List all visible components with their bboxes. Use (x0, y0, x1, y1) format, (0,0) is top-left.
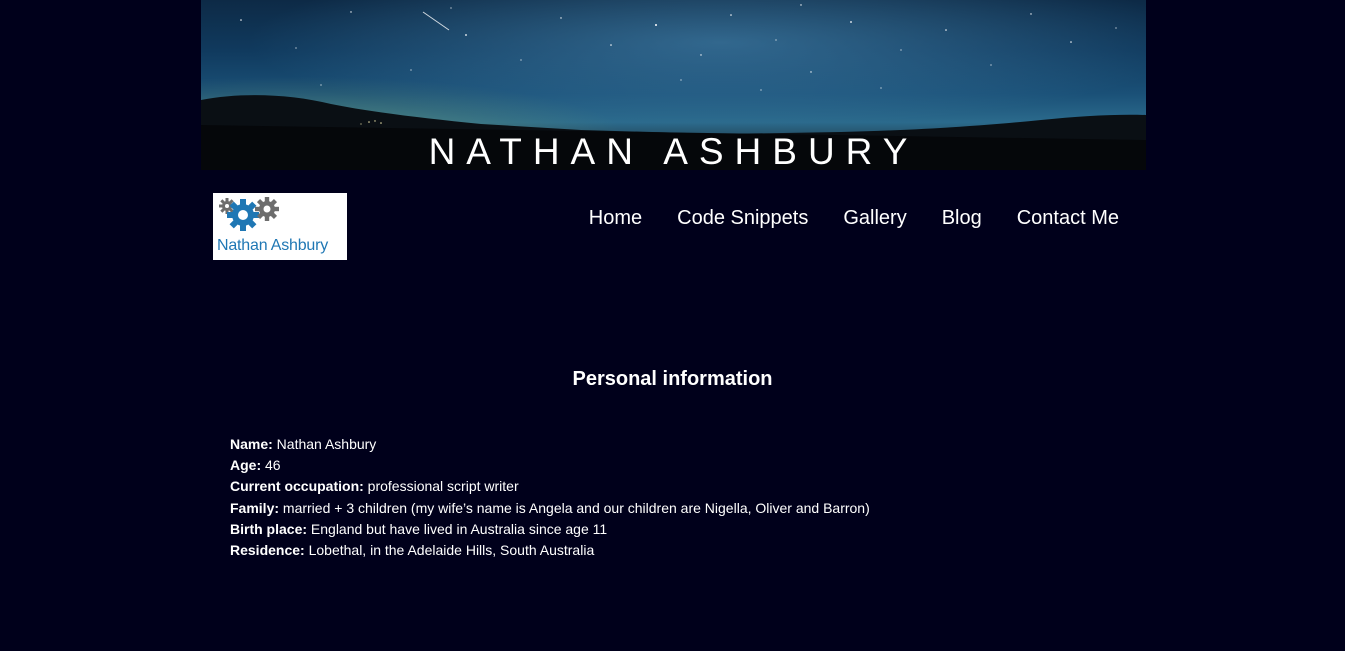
info-value: married + 3 children (my wife’s name is … (279, 499, 870, 516)
info-value: 46 (261, 457, 281, 474)
info-value: Lobethal, in the Adelaide Hills, South A… (304, 542, 595, 559)
info-row-age: Age: 46 (230, 455, 870, 476)
site-title: NATHAN ASHBURY (428, 131, 919, 170)
info-label: Age: (230, 457, 262, 474)
main-nav: Home Code Snippets Gallery Blog Contact … (589, 205, 1119, 231)
info-row-occupation: Current occupation: professional script … (230, 476, 870, 497)
info-value: professional script writer (363, 478, 519, 495)
personal-info-list: Name: Nathan Ashbury Age: 46 Current occ… (230, 434, 870, 561)
info-label: Name: (230, 436, 273, 452)
info-label: Family: (230, 499, 280, 516)
nav-item-home[interactable]: Home (589, 205, 642, 231)
info-value: England but have lived in Australia sinc… (307, 520, 608, 537)
logo-text: Nathan Ashbury (217, 237, 329, 254)
page-title: Personal information (572, 368, 773, 390)
page: NATHAN ASHBURY Nathan Ashbury Home Code … (0, 0, 1345, 651)
nav-item-gallery[interactable]: Gallery (843, 205, 906, 231)
nav-item-blog[interactable]: Blog (942, 205, 982, 231)
info-row-family: Family: married + 3 children (my wife’s … (230, 498, 870, 519)
info-row-residence: Residence: Lobethal, in the Adelaide Hil… (230, 540, 870, 561)
info-row-name: Name: Nathan Ashbury (230, 434, 870, 455)
info-label: Residence: (230, 542, 305, 559)
info-label: Birth place: (230, 520, 308, 537)
nav-item-contact-me[interactable]: Contact Me (1017, 205, 1119, 231)
header-banner: NATHAN ASHBURY (201, 0, 1146, 170)
info-label: Current occupation: (230, 478, 364, 495)
info-value: Nathan Ashbury (272, 436, 377, 452)
info-row-birth-place: Birth place: England but have lived in A… (230, 519, 870, 540)
nav-item-code-snippets[interactable]: Code Snippets (677, 205, 808, 231)
site-logo[interactable]: Nathan Ashbury (213, 193, 347, 260)
